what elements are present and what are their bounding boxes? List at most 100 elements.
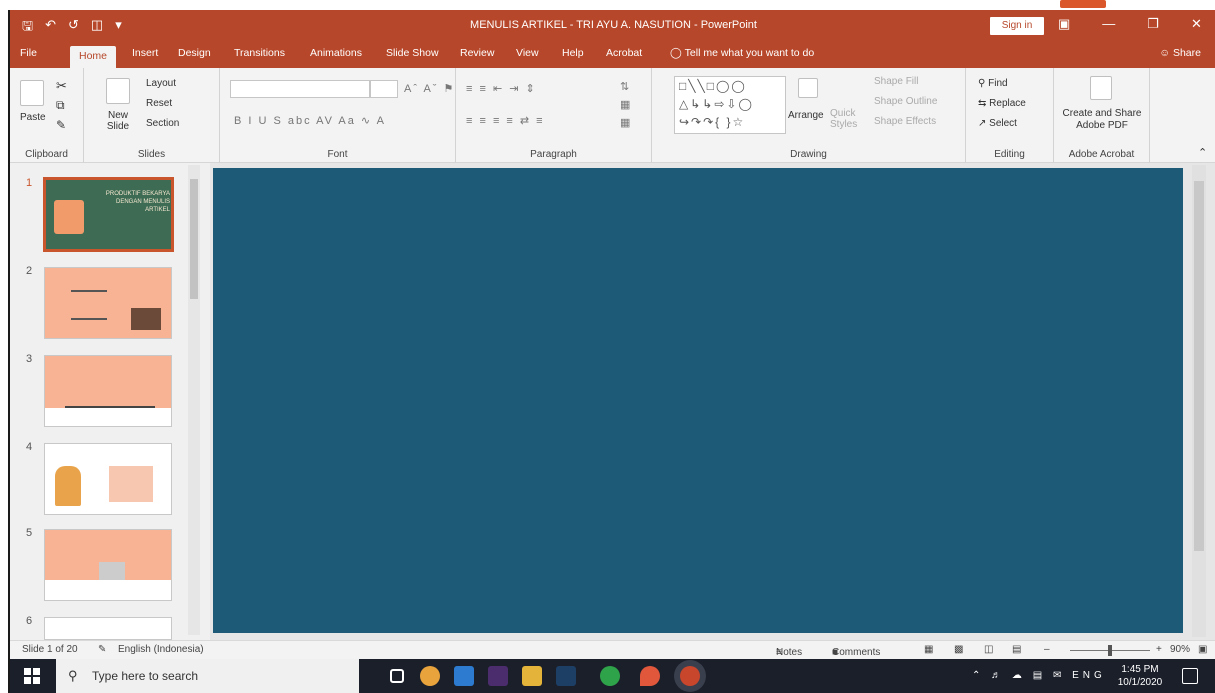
smartart-icon[interactable]: ▦ [620,116,632,129]
cut-icon[interactable]: ✂ [56,78,67,94]
maximize-icon[interactable]: ❐ [1147,16,1159,32]
language-indicator[interactable]: English (Indonesia) [118,644,204,655]
copy-icon[interactable]: ⧉ [56,98,65,113]
paragraph-group-label: Paragraph [530,149,577,160]
share-label: Share [1172,47,1201,59]
find-button[interactable]: ⚲ Find [978,78,1008,89]
slide-thumbnail-2[interactable] [44,267,172,339]
zoom-in-icon[interactable]: + [1156,644,1162,655]
replace-button[interactable]: ⇆ Replace [978,98,1026,109]
spellcheck-icon[interactable]: ✎ [98,644,106,655]
shape-fill-button[interactable]: Shape Fill [874,76,918,87]
tab-animations[interactable]: Animations [310,47,362,59]
slide-thumbnail-5[interactable] [44,529,172,601]
close-icon[interactable]: ✕ [1191,16,1202,32]
green-app-icon[interactable] [600,666,620,686]
select-button[interactable]: ↗ Select [978,118,1017,129]
undo-icon[interactable]: ↶ [45,17,56,39]
zoom-level[interactable]: 90% [1170,644,1190,655]
taskbar-clock[interactable]: 1:45 PM 10/1/2020 [1110,663,1170,689]
arrange-button[interactable]: Arrange [788,110,824,121]
workspace-scroll-thumb[interactable] [1194,181,1204,551]
reset-button[interactable]: Reset [146,98,172,109]
font-size-combo[interactable] [370,80,398,98]
create-pdf-icon[interactable] [1090,76,1112,100]
premiere-icon[interactable] [488,666,508,686]
shapes-gallery[interactable]: □╲╲□◯◯ △↳↳⇨⇩◯ ↪↷↷{ }☆ [674,76,786,134]
save-icon[interactable]: 🖫 [22,17,33,39]
slideshow-view-icon[interactable]: ▤ [1012,644,1021,655]
tab-help[interactable]: Help [562,47,584,59]
present-icon[interactable]: ◫ [91,17,103,39]
ribbon-display-icon[interactable]: ▣ [1058,16,1070,32]
current-slide-canvas[interactable] [213,168,1183,633]
file-explorer-icon[interactable] [522,666,542,686]
tab-home[interactable]: Home [70,46,117,68]
paste-icon[interactable] [20,80,44,106]
slide-thumbnail-4[interactable] [44,443,172,515]
powerpoint-taskbar-icon[interactable] [680,666,700,686]
shape-outline-button[interactable]: Shape Outline [874,96,937,107]
new-slide-icon[interactable] [106,78,130,104]
slide-workspace [210,163,1215,640]
shapes-row-1-icon: □╲╲□◯◯ [679,79,747,93]
tab-file[interactable]: File [20,47,37,59]
thumbnail-scroll-thumb[interactable] [190,179,198,299]
sign-in-button[interactable]: Sign in [990,17,1044,35]
list-indent-icons[interactable]: ≡ ≡ ⇤ ⇥ ⇕ [466,82,537,95]
format-painter-icon[interactable]: ✎ [56,118,66,132]
quick-styles-button[interactable]: Quick Styles [830,108,860,130]
align-icons[interactable]: ≡ ≡ ≡ ≡ ⇄ ≡ [466,114,545,127]
zoom-out-icon[interactable]: – [1044,644,1050,655]
font-name-combo[interactable] [230,80,370,98]
mail-icon[interactable] [454,666,474,686]
slide-sorter-icon[interactable]: ▩ [954,644,963,655]
taskbar-search-box[interactable]: ⚲ Type here to search [56,659,359,693]
tab-view[interactable]: View [516,47,539,59]
chrome-icon[interactable] [420,666,440,686]
windows-start-icon[interactable] [24,668,40,684]
fit-to-window-icon[interactable]: ▣ [1198,644,1207,655]
share-button[interactable]: ☺ Share [1159,47,1201,59]
new-slide-button[interactable]: New Slide [98,110,138,132]
align-text-icon[interactable]: ▦ [620,98,632,111]
layout-button[interactable]: Layout [146,78,176,89]
thumb-2-desk [131,308,161,330]
font-grow-shrink-icon[interactable]: Aˆ Aˇ ⚑ [404,82,455,95]
photoshop-icon[interactable] [556,666,576,686]
tab-acrobat[interactable]: Acrobat [606,47,642,59]
tab-slide-show[interactable]: Slide Show [386,47,439,59]
reading-view-icon[interactable]: ◫ [984,644,993,655]
font-format-icons[interactable]: B I U S abc AV Aa ∿ A [234,114,386,127]
shape-effects-button[interactable]: Shape Effects [874,116,936,127]
slide-thumbnail-3[interactable] [44,355,172,427]
workspace-scrollbar[interactable] [1192,165,1206,637]
slide-thumbnail-1[interactable]: PRODUKTIF BEKARYA DENGAN MENULIS ARTIKEL [43,177,174,252]
paste-button[interactable]: Paste [20,112,46,123]
section-button[interactable]: Section [146,118,179,129]
slide-number-3: 3 [26,353,33,365]
thumb-2-lines [71,290,107,320]
slide-thumbnail-6[interactable] [44,617,172,640]
tab-design[interactable]: Design [178,47,211,59]
tab-transitions[interactable]: Transitions [234,47,285,59]
replace-label: Replace [989,98,1026,109]
input-language: ENG [1072,670,1106,681]
drop-app-icon[interactable] [640,666,660,686]
redo-icon[interactable]: ↺ [68,17,79,39]
notification-center-icon[interactable] [1182,668,1198,684]
customize-qat-icon[interactable]: ▾ [115,17,122,39]
tab-review[interactable]: Review [460,47,494,59]
collapse-ribbon-icon[interactable]: ⌃ [1198,146,1207,159]
minimize-icon[interactable]: — [1102,16,1115,32]
thumbnail-scrollbar[interactable] [188,165,200,635]
system-tray[interactable]: ⌃ ♬ ☁ ▤ ✉ ENG [972,670,1106,681]
normal-view-icon[interactable]: ▦ [924,644,933,655]
text-direction-icon[interactable]: ⇅ [620,80,631,93]
create-share-pdf-button[interactable]: Create and Share Adobe PDF [1058,108,1146,132]
tab-insert[interactable]: Insert [132,47,158,59]
arrange-icon[interactable] [798,78,818,98]
task-view-icon[interactable] [390,669,404,683]
zoom-slider-handle[interactable] [1108,645,1112,656]
tell-me-search[interactable]: ◯ Tell me what you want to do [670,47,814,59]
